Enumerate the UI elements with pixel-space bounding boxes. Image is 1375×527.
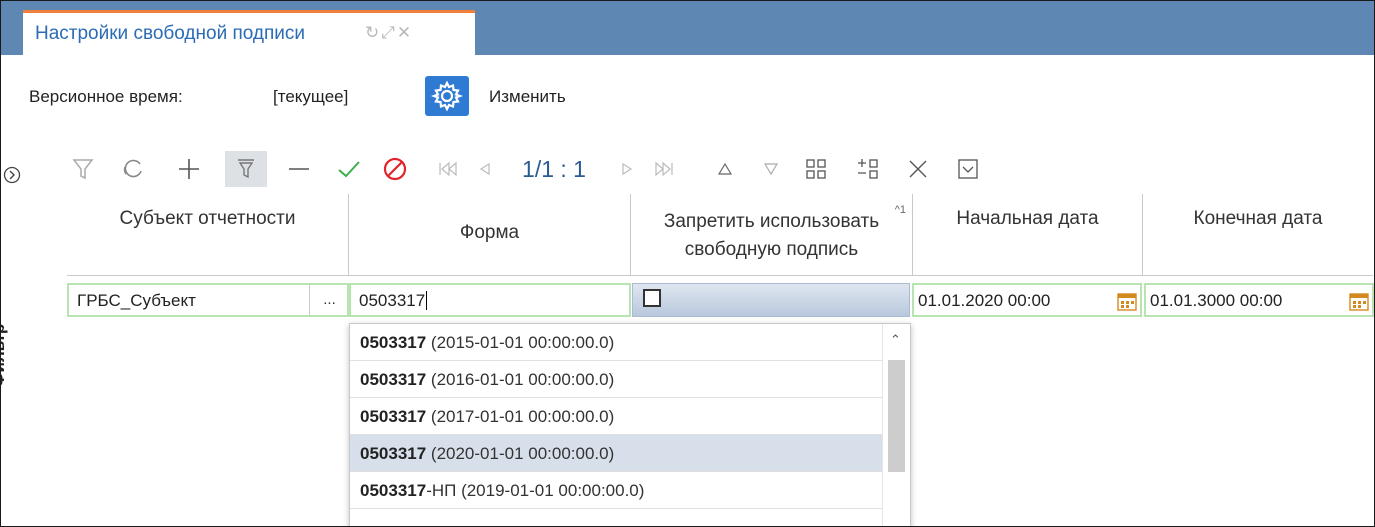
pager-text: 1/1 : 1 xyxy=(522,155,586,182)
tab-title: Настройки свободной подписи xyxy=(35,23,305,44)
list-item[interactable]: 0503317 (2017-01-01 00:00:00.0) xyxy=(350,398,882,435)
column-start-date[interactable]: Начальная дата xyxy=(913,194,1143,276)
end-date-field[interactable]: 01.01.3000 00:00 xyxy=(1144,283,1374,317)
dropdown-menu-icon[interactable] xyxy=(953,151,983,187)
column-forbid-free-signature[interactable]: ^1 Запретить использовать свободную подп… xyxy=(631,194,913,276)
move-down-icon[interactable] xyxy=(759,151,783,187)
maximize-icon[interactable]: ⤢ xyxy=(381,23,397,42)
version-value: [текущее] xyxy=(273,87,349,106)
expand-icon[interactable] xyxy=(3,166,21,184)
first-page-icon[interactable] xyxy=(433,151,463,187)
text-cursor: ​ xyxy=(426,291,428,310)
scroll-thumb[interactable] xyxy=(888,360,905,472)
ellipsis-button[interactable]: ... xyxy=(309,285,347,315)
subject-cell[interactable]: ГРБС_Субъект ... xyxy=(67,283,349,317)
clear-icon[interactable] xyxy=(903,151,933,187)
chevron-up-icon[interactable]: ⌃ xyxy=(890,332,901,348)
column-form[interactable]: Форма xyxy=(349,194,631,276)
calendar-icon[interactable] xyxy=(1117,293,1137,311)
filter-label[interactable]: Фильтр xyxy=(1,324,9,387)
end-date-value: 01.01.3000 00:00 xyxy=(1150,291,1283,310)
form-value: 0503317 xyxy=(359,291,426,310)
next-page-icon[interactable] xyxy=(615,151,639,187)
cancel-icon[interactable] xyxy=(377,151,413,187)
change-label: Изменить xyxy=(489,87,566,106)
refresh-icon[interactable]: ↻ xyxy=(365,23,381,42)
gear-icon xyxy=(425,76,469,116)
move-up-icon[interactable] xyxy=(713,151,737,187)
form-input[interactable]: 0503317​ xyxy=(349,283,631,317)
version-label: Версионное время: xyxy=(29,87,183,106)
subject-value: ГРБС_Субъект xyxy=(77,291,196,310)
window: Настройки свободной подписи ↻⤢✕ Версионн… xyxy=(0,0,1375,527)
toolbar: 1/1 : 1 xyxy=(27,151,1372,187)
forbid-checkbox[interactable] xyxy=(643,289,661,307)
column-end-date[interactable]: Конечная дата xyxy=(1143,194,1373,276)
last-page-icon[interactable] xyxy=(649,151,679,187)
sort-indicator: ^1 xyxy=(894,204,906,216)
close-icon[interactable]: ✕ xyxy=(397,23,413,42)
change-button[interactable]: Изменить xyxy=(425,73,607,119)
form-dropdown: 0503317 (2015-01-01 00:00:00.0) 0503317 … xyxy=(349,323,911,526)
list-item-selected[interactable]: 0503317 (2020-01-01 00:00:00.0) xyxy=(350,435,882,472)
start-date-value: 01.01.2020 00:00 xyxy=(918,291,1051,310)
filter-panel: Фильтр xyxy=(1,151,25,526)
tab-settings[interactable]: Настройки свободной подписи ↻⤢✕ xyxy=(23,10,475,55)
filter-row-icon[interactable] xyxy=(225,151,267,187)
add-icon[interactable] xyxy=(171,151,207,187)
list-item[interactable]: 0503317-НП (2019-01-01 00:00:00.0) xyxy=(350,472,882,509)
calendar-icon[interactable] xyxy=(1349,293,1369,311)
expand-all-icon[interactable] xyxy=(853,151,883,187)
start-date-field[interactable]: 01.01.2020 00:00 xyxy=(912,283,1142,317)
forbid-free-signature-cell[interactable] xyxy=(632,283,910,317)
list-item[interactable]: 0503317 (2016-01-01 00:00:00.0) xyxy=(350,361,882,398)
title-bar: Настройки свободной подписи ↻⤢✕ xyxy=(1,1,1374,55)
filter-icon[interactable] xyxy=(65,151,101,187)
remove-icon[interactable] xyxy=(281,151,317,187)
refresh-icon[interactable] xyxy=(115,151,151,187)
column-subject[interactable]: Субъект отчетности xyxy=(67,194,349,276)
check-icon[interactable] xyxy=(331,151,367,187)
prev-page-icon[interactable] xyxy=(473,151,497,187)
list-item[interactable]: 0503317 (2015-01-01 00:00:00.0) xyxy=(350,324,882,361)
dropdown-scrollbar[interactable]: ⌃ xyxy=(882,324,910,526)
grid-view-icon[interactable] xyxy=(801,151,831,187)
